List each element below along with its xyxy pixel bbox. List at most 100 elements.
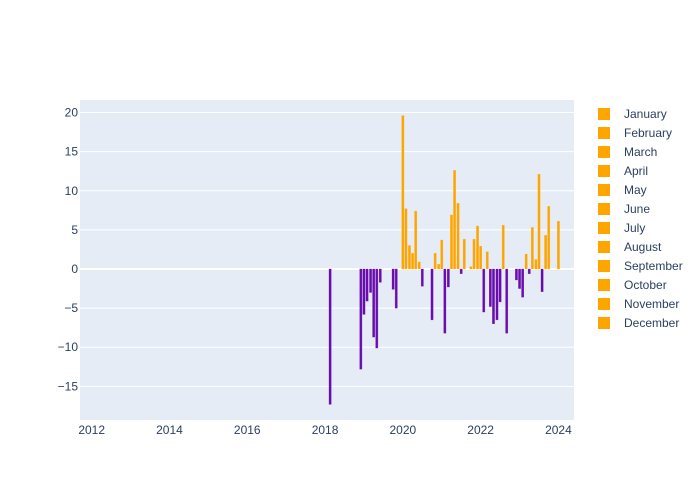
bar[interactable]	[420, 268, 424, 287]
bar[interactable]	[450, 214, 453, 270]
bar[interactable]	[226, 268, 230, 270]
bar[interactable]	[404, 208, 408, 270]
y-tick-label: 20	[65, 106, 79, 120]
bar[interactable]	[505, 268, 509, 334]
bar[interactable]	[443, 268, 447, 334]
x-tick-label: 2014	[156, 423, 183, 437]
bar[interactable]	[408, 245, 411, 270]
y-tick-label: 15	[65, 145, 79, 159]
x-tick-label: 2012	[78, 423, 105, 437]
bar[interactable]	[453, 170, 456, 270]
legend-item[interactable]: February	[592, 123, 683, 142]
bar[interactable]	[476, 225, 479, 270]
legend-item[interactable]: September	[592, 256, 683, 275]
legend-label: June	[624, 201, 651, 216]
bar[interactable]	[401, 115, 405, 270]
legend-item[interactable]: July	[592, 218, 683, 237]
bar[interactable]	[534, 259, 538, 270]
bar[interactable]	[411, 253, 414, 270]
bar[interactable]	[359, 268, 363, 370]
legend-item[interactable]: January	[592, 104, 683, 123]
bar[interactable]	[433, 253, 437, 270]
bar[interactable]	[557, 221, 560, 270]
bar[interactable]	[456, 203, 460, 270]
bar[interactable]	[498, 268, 502, 303]
bar[interactable]	[369, 268, 372, 293]
bar[interactable]	[531, 227, 534, 270]
bar[interactable]	[540, 268, 544, 292]
bar[interactable]	[501, 224, 505, 270]
x-tick-label: 2024	[545, 423, 572, 437]
legend-swatch	[598, 202, 610, 215]
bar[interactable]	[472, 239, 476, 270]
legend-swatch	[598, 126, 610, 139]
x-tick-label: 2018	[312, 423, 339, 437]
bar[interactable]	[524, 253, 528, 270]
legend-item[interactable]: October	[592, 275, 683, 294]
legend-item[interactable]: March	[592, 142, 683, 161]
bar[interactable]	[492, 268, 495, 325]
bar[interactable]	[414, 210, 418, 270]
legend-item[interactable]: August	[592, 237, 683, 256]
bar[interactable]	[537, 174, 541, 270]
bar[interactable]	[375, 268, 379, 349]
bar[interactable]	[495, 268, 499, 321]
bar[interactable]	[544, 235, 547, 270]
bar[interactable]	[417, 261, 421, 270]
bar[interactable]	[440, 239, 444, 270]
bar[interactable]	[447, 268, 450, 288]
bar[interactable]	[187, 268, 191, 270]
bar[interactable]	[109, 268, 113, 270]
legend-label: September	[624, 258, 683, 273]
bar[interactable]	[328, 268, 332, 405]
bar[interactable]	[479, 246, 482, 270]
bar[interactable]	[527, 268, 531, 274]
bar[interactable]	[430, 268, 434, 321]
legend-item[interactable]: April	[592, 161, 683, 180]
bar[interactable]	[462, 239, 466, 270]
y-tick-label: −10	[58, 340, 79, 354]
bar[interactable]	[372, 268, 376, 338]
y-tick-label: −5	[64, 301, 78, 315]
bar[interactable]	[378, 268, 382, 283]
legend-swatch	[598, 164, 610, 177]
bar[interactable]	[547, 206, 551, 270]
x-tick-label: 2016	[234, 423, 261, 437]
bar[interactable]	[515, 268, 518, 281]
legend-item[interactable]: November	[592, 294, 683, 313]
legend-swatch	[598, 221, 610, 234]
legend-swatch	[598, 107, 610, 120]
bar[interactable]	[482, 268, 486, 313]
bar[interactable]	[265, 268, 269, 270]
y-tick-label: 10	[65, 184, 79, 198]
legend: January February March April May June July Augu…	[592, 104, 683, 332]
bar[interactable]	[521, 268, 525, 298]
bar[interactable]	[485, 251, 489, 270]
legend-item[interactable]: December	[592, 313, 683, 332]
bar[interactable]	[391, 268, 395, 290]
legend-swatch	[598, 240, 610, 253]
bar[interactable]	[394, 268, 398, 309]
bar[interactable]	[343, 268, 346, 270]
bar[interactable]	[148, 268, 152, 270]
y-axis: 20 15 10 5 0 −5 −10 −15	[58, 106, 79, 394]
legend-item[interactable]: May	[592, 180, 683, 199]
legend-label: July	[624, 220, 646, 235]
legend-item[interactable]: June	[592, 199, 683, 218]
bar[interactable]	[304, 268, 307, 270]
legend-label: November	[624, 296, 680, 311]
x-tick-label: 2020	[389, 423, 416, 437]
legend-label: August	[624, 239, 662, 254]
bar[interactable]	[518, 268, 521, 289]
bar[interactable]	[459, 268, 463, 274]
bar[interactable]	[362, 268, 366, 315]
bar[interactable]	[365, 268, 369, 302]
legend-swatch	[598, 297, 610, 310]
legend-label: February	[624, 125, 673, 140]
legend-swatch	[598, 145, 610, 158]
x-tick-label: 2022	[467, 423, 494, 437]
legend-label: April	[624, 163, 649, 178]
bar[interactable]	[437, 264, 440, 270]
bar[interactable]	[469, 266, 473, 270]
bar[interactable]	[489, 268, 492, 307]
